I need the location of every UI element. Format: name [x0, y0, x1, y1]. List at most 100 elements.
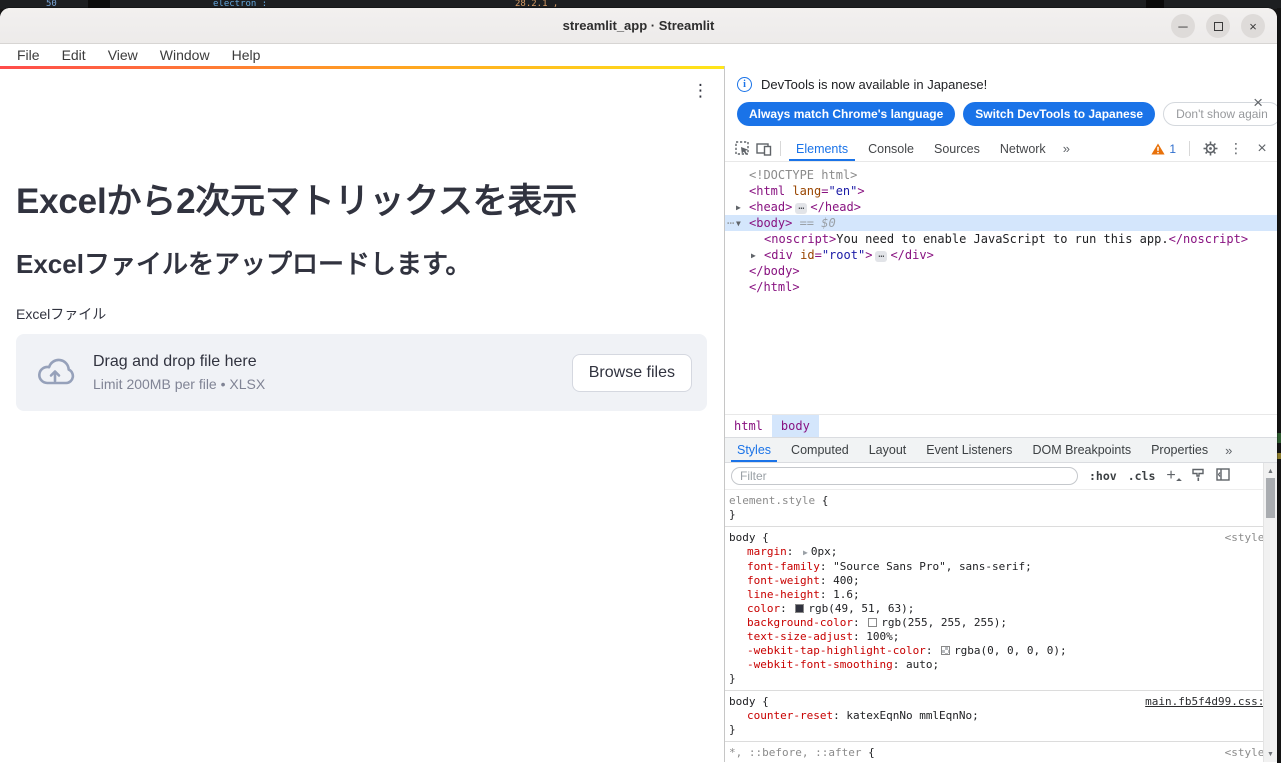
tree-collapse-icon[interactable]: ▶	[751, 248, 756, 264]
css-property-name[interactable]: font-family	[747, 560, 820, 573]
dom-tree-line[interactable]: <html lang="en">	[725, 183, 1277, 199]
banner-primary-button[interactable]: Switch DevTools to Japanese	[963, 102, 1155, 126]
tab-properties[interactable]: Properties	[1141, 438, 1218, 462]
tab-computed[interactable]: Computed	[781, 438, 859, 462]
window-content: ⋮ Excelから2次元マトリックスを表示 Excelファイルをアップロードしま…	[0, 66, 1277, 762]
css-property-value: 400;	[833, 574, 860, 587]
computed-sidebar-toggle-icon[interactable]	[1216, 468, 1230, 484]
styles-filter-input[interactable]	[731, 467, 1078, 485]
stylesheet-origin-link[interactable]: main.fb5f4d99.css:1	[1145, 695, 1271, 709]
dom-tree-line[interactable]: </body>	[725, 263, 1277, 279]
css-property[interactable]: text-size-adjust: 100%;	[729, 630, 1253, 644]
tab-styles[interactable]: Styles	[727, 438, 781, 462]
dom-tree-line[interactable]: ▶<head>…</head>	[725, 199, 1277, 215]
toggle-hover-state-button[interactable]: :hov	[1089, 469, 1117, 483]
dom-tree-line[interactable]: ▶<div id="root">…</div>	[725, 247, 1277, 263]
close-button[interactable]: ×	[1241, 14, 1265, 38]
css-selector[interactable]: body	[729, 695, 756, 708]
expand-value-icon[interactable]: ▶	[803, 548, 808, 557]
color-swatch[interactable]	[795, 604, 804, 613]
breadcrumb-body[interactable]: body	[772, 415, 819, 437]
tree-expand-icon[interactable]: ▼	[736, 216, 741, 232]
devtools-menu-icon[interactable]: ⋮	[1225, 138, 1247, 160]
menu-help[interactable]: Help	[221, 47, 272, 63]
maximize-button[interactable]	[1206, 14, 1230, 38]
color-swatch[interactable]	[868, 618, 877, 627]
scroll-down-icon[interactable]: ▼	[1264, 748, 1277, 760]
css-property-name[interactable]: margin	[747, 545, 787, 558]
css-property[interactable]: color: rgb(49, 51, 63);	[729, 602, 1253, 616]
scroll-up-icon[interactable]: ▲	[1264, 465, 1277, 477]
css-selector[interactable]: *, ::before, ::after	[729, 746, 861, 759]
tab-dom-breakpoints[interactable]: DOM Breakpoints	[1022, 438, 1141, 462]
css-property[interactable]: -webkit-tap-highlight-color: rgba(0, 0, …	[729, 644, 1253, 658]
css-property-name[interactable]: box-sizing	[747, 760, 813, 762]
titlebar[interactable]: streamlit_app · Streamlit ─ ×	[0, 8, 1277, 44]
device-toolbar-icon[interactable]	[753, 138, 775, 160]
code-token: $0	[821, 216, 835, 230]
menu-file[interactable]: File	[6, 47, 51, 63]
css-selector[interactable]: body	[729, 531, 756, 544]
more-sidebar-tabs-icon[interactable]: »	[1218, 443, 1239, 458]
css-property-name[interactable]: line-height	[747, 588, 820, 601]
banner-primary-button[interactable]: Always match Chrome's language	[737, 102, 955, 126]
minimize-button[interactable]: ─	[1171, 14, 1195, 38]
css-selector[interactable]: element.style	[729, 494, 815, 507]
css-property-name[interactable]: -webkit-tap-highlight-color	[747, 644, 926, 657]
css-property-name[interactable]: text-size-adjust	[747, 630, 853, 643]
css-property[interactable]: background-color: rgb(255, 255, 255);	[729, 616, 1253, 630]
tab-layout[interactable]: Layout	[859, 438, 917, 462]
tab-event-listeners[interactable]: Event Listeners	[916, 438, 1022, 462]
file-dropzone[interactable]: Drag and drop file here Limit 200MB per …	[16, 334, 707, 411]
css-property[interactable]: -webkit-font-smoothing: auto;	[729, 658, 1253, 672]
inspect-element-icon[interactable]	[731, 138, 753, 160]
css-property-name[interactable]: font-weight	[747, 574, 820, 587]
browse-files-button[interactable]: Browse files	[572, 354, 692, 392]
css-property[interactable]: line-height: 1.6;	[729, 588, 1253, 602]
css-rules-list: element.style {}<style>body {margin: ▶0p…	[725, 490, 1277, 762]
menu-window[interactable]: Window	[149, 47, 221, 63]
rendering-emulation-icon[interactable]	[1191, 468, 1205, 485]
issues-warning-badge[interactable]: 1	[1147, 142, 1180, 156]
app-menu-button[interactable]: ⋮	[692, 83, 709, 100]
color-swatch[interactable]	[941, 646, 950, 655]
devtools-close-icon[interactable]: ×	[1251, 138, 1273, 160]
inline-expand-icon[interactable]: …	[875, 251, 887, 262]
dom-tree-line[interactable]: </html>	[725, 279, 1277, 295]
settings-gear-icon[interactable]	[1199, 138, 1221, 160]
banner-close-icon[interactable]: ×	[1253, 94, 1263, 111]
dom-tree-line[interactable]: <noscript>You need to enable JavaScript …	[725, 231, 1277, 247]
more-tabs-icon[interactable]: »	[1056, 141, 1077, 156]
toggle-class-button[interactable]: .cls	[1128, 469, 1156, 483]
tree-hover-menu-icon[interactable]: ⋯	[727, 215, 734, 231]
css-property-name[interactable]: color	[747, 602, 780, 615]
inline-expand-icon[interactable]: …	[795, 203, 807, 214]
code-token: </head>	[810, 200, 861, 214]
css-property[interactable]: font-weight: 400;	[729, 574, 1253, 588]
app-window: streamlit_app · Streamlit ─ × FileEditVi…	[0, 8, 1277, 763]
css-property[interactable]: counter-reset: katexEqnNo mmlEqnNo;	[729, 709, 1253, 723]
css-property-value: 100%;	[866, 630, 899, 643]
tab-sources[interactable]: Sources	[924, 136, 990, 161]
menu-edit[interactable]: Edit	[51, 47, 97, 63]
css-property-name[interactable]: -webkit-font-smoothing	[747, 658, 893, 671]
css-property[interactable]: box-sizing: border-box;	[729, 760, 1253, 762]
css-rule-header: <style>*, ::before, ::after {	[729, 746, 1253, 760]
scrollbar-thumb[interactable]	[1266, 478, 1275, 518]
css-property[interactable]: margin: ▶0px;	[729, 545, 1253, 560]
dom-tree-line[interactable]: ⋯▼<body> == $0	[725, 215, 1277, 231]
menu-view[interactable]: View	[97, 47, 149, 63]
dom-tree-line[interactable]: <!DOCTYPE html>	[725, 167, 1277, 183]
new-style-rule-icon[interactable]: +	[1166, 469, 1179, 483]
css-property-name[interactable]: background-color	[747, 616, 853, 629]
code-token: >	[865, 248, 872, 262]
styles-scrollbar[interactable]: ▲ ▼	[1263, 463, 1277, 762]
tab-elements[interactable]: Elements	[786, 136, 858, 161]
css-property-name[interactable]: counter-reset	[747, 709, 833, 722]
tab-console[interactable]: Console	[858, 136, 924, 161]
css-property-value: "Source Sans Pro", sans-serif;	[833, 560, 1032, 573]
breadcrumb-html[interactable]: html	[725, 415, 772, 437]
tree-collapse-icon[interactable]: ▶	[736, 200, 741, 216]
css-property[interactable]: font-family: "Source Sans Pro", sans-ser…	[729, 560, 1253, 574]
tab-network[interactable]: Network	[990, 136, 1056, 161]
